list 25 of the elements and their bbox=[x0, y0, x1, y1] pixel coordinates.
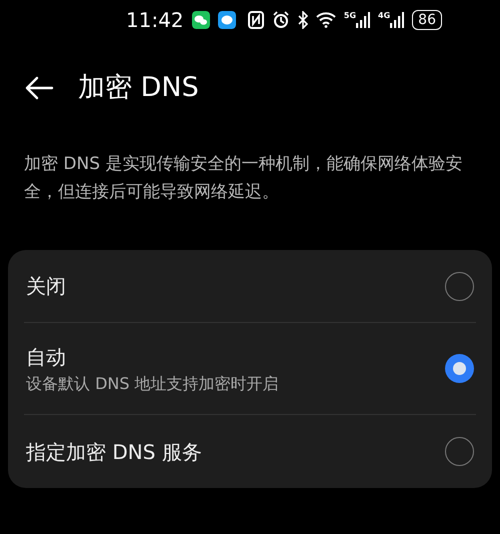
option-row[interactable]: 自动 设备默认 DNS 地址支持加密时开启 bbox=[24, 322, 476, 414]
wifi-icon bbox=[316, 12, 336, 28]
network-type-label: 4G bbox=[378, 12, 390, 20]
bluetooth-icon bbox=[298, 11, 308, 29]
chat-app-icon bbox=[192, 11, 210, 29]
radio-button[interactable] bbox=[445, 354, 474, 383]
option-label: 关闭 bbox=[26, 273, 66, 300]
option-description: 设备默认 DNS 地址支持加密时开启 bbox=[26, 372, 279, 394]
option-row[interactable]: 关闭 bbox=[24, 250, 476, 322]
status-time: 11:42 bbox=[126, 7, 184, 34]
message-app-icon bbox=[218, 11, 236, 29]
radio-button[interactable] bbox=[445, 437, 474, 466]
nfc-icon bbox=[248, 11, 264, 29]
signal-icon bbox=[356, 12, 370, 28]
back-arrow-icon[interactable] bbox=[24, 76, 54, 100]
description-text: 加密 DNS 是实现传输安全的一种机制，能确保网络体验安全，但连接后可能导致网络延迟。 bbox=[23, 153, 464, 204]
battery-indicator: 86 bbox=[412, 10, 442, 30]
page-title: 加密 DNS bbox=[78, 70, 199, 105]
option-label: 指定加密 DNS 服务 bbox=[26, 438, 202, 466]
alarm-icon bbox=[272, 11, 290, 29]
option-label: 自动 bbox=[26, 344, 67, 370]
radio-button[interactable] bbox=[445, 272, 474, 300]
network-type-label: 5G bbox=[344, 12, 356, 20]
signal-icon bbox=[390, 12, 404, 28]
option-row[interactable]: 指定加密 DNS 服务 bbox=[24, 414, 476, 488]
